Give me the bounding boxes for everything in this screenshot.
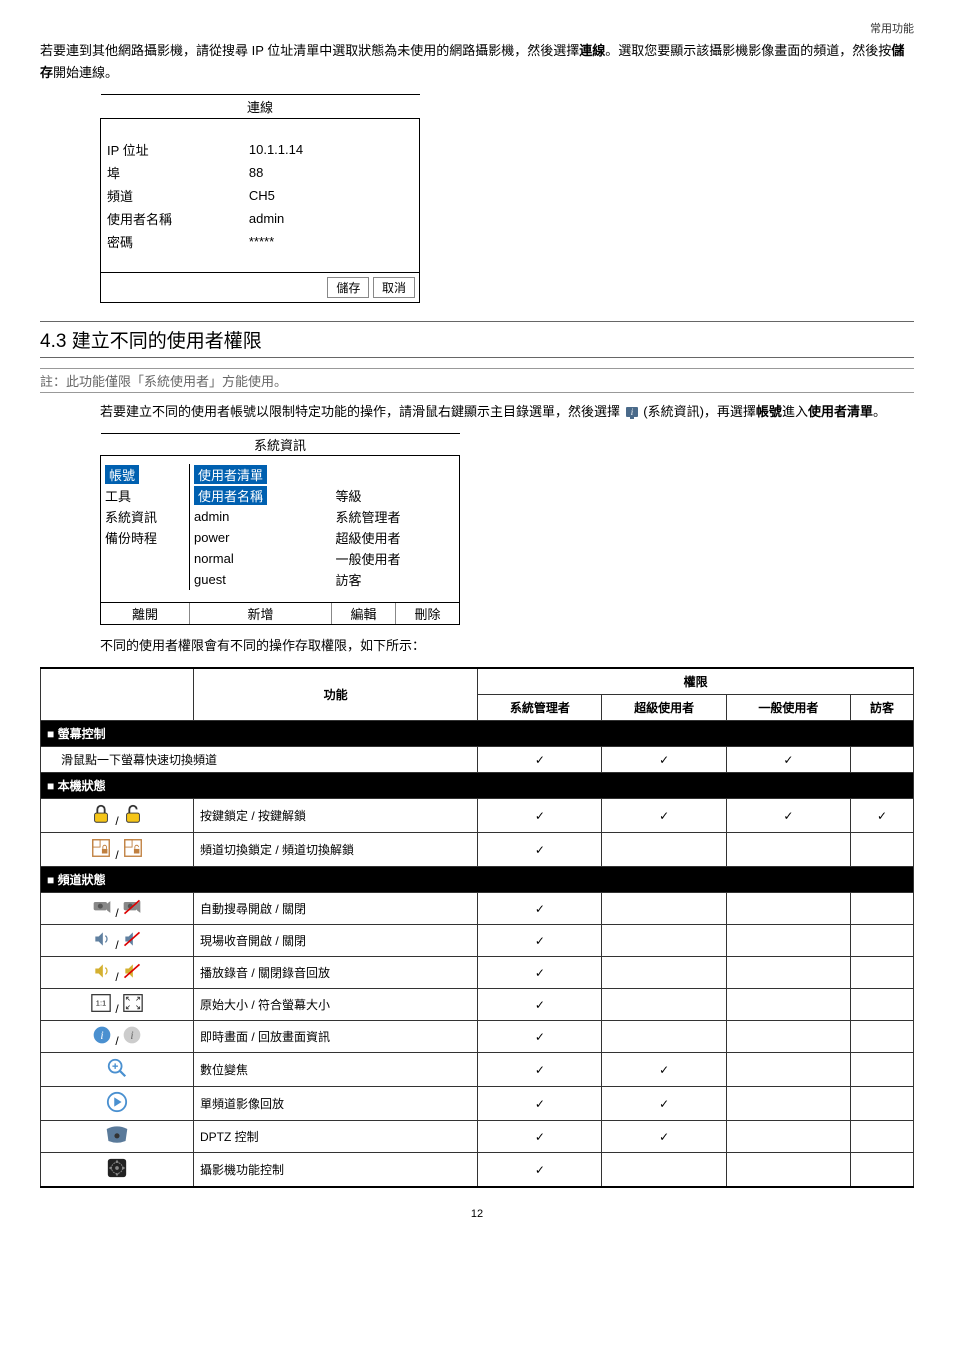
connection-title: 連線 bbox=[101, 95, 420, 119]
save-button[interactable]: 儲存 bbox=[327, 277, 369, 298]
row-playaudio: 播放錄音 / 關閉錄音回放 bbox=[194, 957, 478, 989]
user-row-level: 訪客 bbox=[331, 569, 459, 590]
row-autosearch: 自動搜尋開啟 / 關閉 bbox=[194, 893, 478, 925]
col-function: 功能 bbox=[194, 668, 478, 721]
info-icon: i / i bbox=[41, 1021, 194, 1053]
camera-control-icon bbox=[41, 1153, 194, 1188]
breadcrumb: 常用功能 bbox=[40, 20, 914, 36]
row-chlock: 頻道切換鎖定 / 頻道切換解鎖 bbox=[194, 833, 478, 867]
section-4-3-body: 若要建立不同的使用者帳號以限制特定功能的操作，請滑鼠右鍵顯示主目錄選單，然後選擇… bbox=[100, 401, 914, 423]
row-size: 原始大小 / 符合螢幕大小 bbox=[194, 989, 478, 1021]
col-admin: 系統管理者 bbox=[478, 695, 602, 721]
section-screen: ■ 螢幕控制 bbox=[41, 721, 914, 747]
dptz-icon bbox=[41, 1121, 194, 1153]
delete-button[interactable]: 刪除 bbox=[395, 603, 459, 625]
user-row-name: guest bbox=[190, 569, 332, 590]
note-line: 註：此功能僅限「系統使用者」方能使用。 bbox=[40, 368, 914, 393]
autosearch-icon: / bbox=[41, 893, 194, 925]
playback-icon bbox=[41, 1087, 194, 1121]
svg-text:i: i bbox=[130, 1030, 133, 1043]
add-button[interactable]: 新增 bbox=[190, 603, 332, 625]
username-value: admin bbox=[243, 207, 392, 230]
row-liveaudio: 現場收音開啟 / 關閉 bbox=[194, 925, 478, 957]
section-4-3-title: 4.3 建立不同的使用者權限 bbox=[40, 321, 914, 358]
svg-text:i: i bbox=[100, 1030, 103, 1043]
password-label: 密碼 bbox=[101, 230, 243, 253]
row-camera-control: 攝影機功能控制 bbox=[194, 1153, 478, 1188]
section-channel: ■ 頻道狀態 bbox=[41, 867, 914, 893]
edit-button[interactable]: 編輯 bbox=[331, 603, 395, 625]
permissions-table: 功能 權限 系統管理者 超級使用者 一般使用者 訪客 ■ 螢幕控制 滑鼠點一下螢… bbox=[40, 667, 914, 1188]
channel-value: CH5 bbox=[243, 184, 392, 207]
col-power: 超級使用者 bbox=[602, 695, 726, 721]
connection-dialog: 連線 IP 位址10.1.1.14 埠88 頻道CH5 使用者名稱admin 密… bbox=[100, 94, 420, 303]
playaudio-icon: / bbox=[41, 957, 194, 989]
user-row-name: normal bbox=[190, 548, 332, 569]
sysinfo-dialog: 系統資訊 帳號 使用者清單 工具 使用者名稱 等級 系統資訊 admin 系統管… bbox=[100, 433, 460, 625]
col-permission: 權限 bbox=[478, 668, 914, 695]
chlock-icon: / bbox=[41, 833, 194, 867]
user-row-name: power bbox=[190, 527, 332, 548]
user-row-level: 超級使用者 bbox=[331, 527, 459, 548]
row-info: 即時畫面 / 回放畫面資訊 bbox=[194, 1021, 478, 1053]
row-dptz: DPTZ 控制 bbox=[194, 1121, 478, 1153]
password-value: ***** bbox=[243, 230, 392, 253]
ip-value: 10.1.1.14 bbox=[243, 138, 392, 161]
port-label: 埠 bbox=[101, 161, 243, 184]
intro-paragraph: 若要連到其他網路攝影機，請從搜尋 IP 位址清單中選取狀態為未使用的網路攝影機，… bbox=[40, 40, 914, 84]
tool-tab[interactable]: 工具 bbox=[101, 485, 190, 506]
user-row-level: 一般使用者 bbox=[331, 548, 459, 569]
section-local: ■ 本機狀態 bbox=[41, 773, 914, 799]
row-mouse-switch: 滑鼠點一下螢幕快速切換頻道 bbox=[41, 747, 478, 773]
col-level: 等級 bbox=[331, 485, 459, 506]
cancel-button[interactable]: 取消 bbox=[373, 277, 415, 298]
liveaudio-icon: / bbox=[41, 925, 194, 957]
col-guest: 訪客 bbox=[850, 695, 913, 721]
sysinfo-title: 系統資訊 bbox=[101, 434, 460, 456]
keylock-icon: / bbox=[41, 799, 194, 833]
sysinfo-icon: i bbox=[624, 404, 644, 419]
user-row-level: 系統管理者 bbox=[331, 506, 459, 527]
account-tab[interactable]: 帳號 bbox=[105, 465, 139, 484]
row-keylock: 按鍵鎖定 / 按鍵解鎖 bbox=[194, 799, 478, 833]
zoom-icon bbox=[41, 1053, 194, 1087]
page-number: 12 bbox=[40, 1208, 914, 1220]
username-label: 使用者名稱 bbox=[101, 207, 243, 230]
permissions-intro: 不同的使用者權限會有不同的操作存取權限，如下所示： bbox=[100, 635, 914, 657]
userlist-header: 使用者清單 bbox=[194, 465, 267, 484]
user-row-name: admin bbox=[190, 506, 332, 527]
size-icon: 1:1 / bbox=[41, 989, 194, 1021]
row-playback: 單頻道影像回放 bbox=[194, 1087, 478, 1121]
col-normal: 一般使用者 bbox=[726, 695, 850, 721]
sysinfo-tab[interactable]: 系統資訊 bbox=[101, 506, 190, 527]
channel-label: 頻道 bbox=[101, 184, 243, 207]
col-username: 使用者名稱 bbox=[194, 486, 267, 505]
port-value: 88 bbox=[243, 161, 392, 184]
svg-text:1:1: 1:1 bbox=[96, 999, 106, 1008]
ip-label: IP 位址 bbox=[101, 138, 243, 161]
leave-button[interactable]: 離開 bbox=[101, 603, 190, 625]
backup-tab[interactable]: 備份時程 bbox=[101, 527, 190, 548]
row-zoom: 數位變焦 bbox=[194, 1053, 478, 1087]
